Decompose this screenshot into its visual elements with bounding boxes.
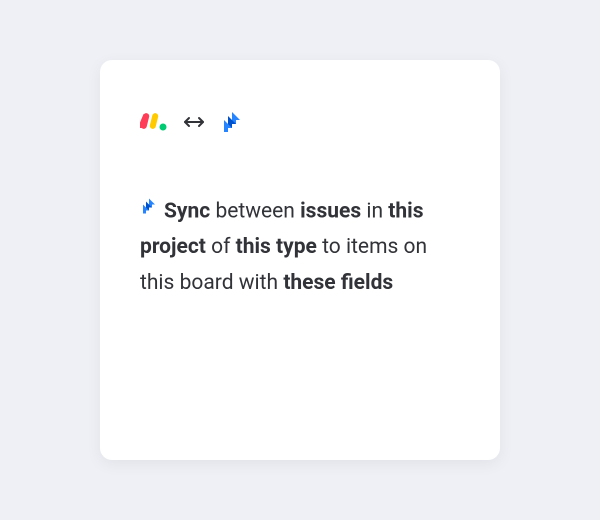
jira-icon <box>140 192 158 228</box>
sync-action: Sync <box>164 199 210 223</box>
text-between: between <box>215 199 294 223</box>
sync-description: Sync between issues in this project of t… <box>140 194 460 301</box>
text-to-items: to items <box>322 235 398 259</box>
link-this-type[interactable]: this type <box>236 235 317 259</box>
monday-icon <box>140 111 168 137</box>
link-issues[interactable]: issues <box>300 199 361 223</box>
text-of: of <box>211 235 230 259</box>
sync-arrows-icon <box>182 113 206 135</box>
integration-icons <box>140 110 460 138</box>
text-in: in <box>366 199 383 223</box>
link-these-fields[interactable]: these fields <box>283 271 393 295</box>
jira-icon <box>220 110 244 138</box>
sync-card: Sync between issues in this project of t… <box>100 60 500 460</box>
